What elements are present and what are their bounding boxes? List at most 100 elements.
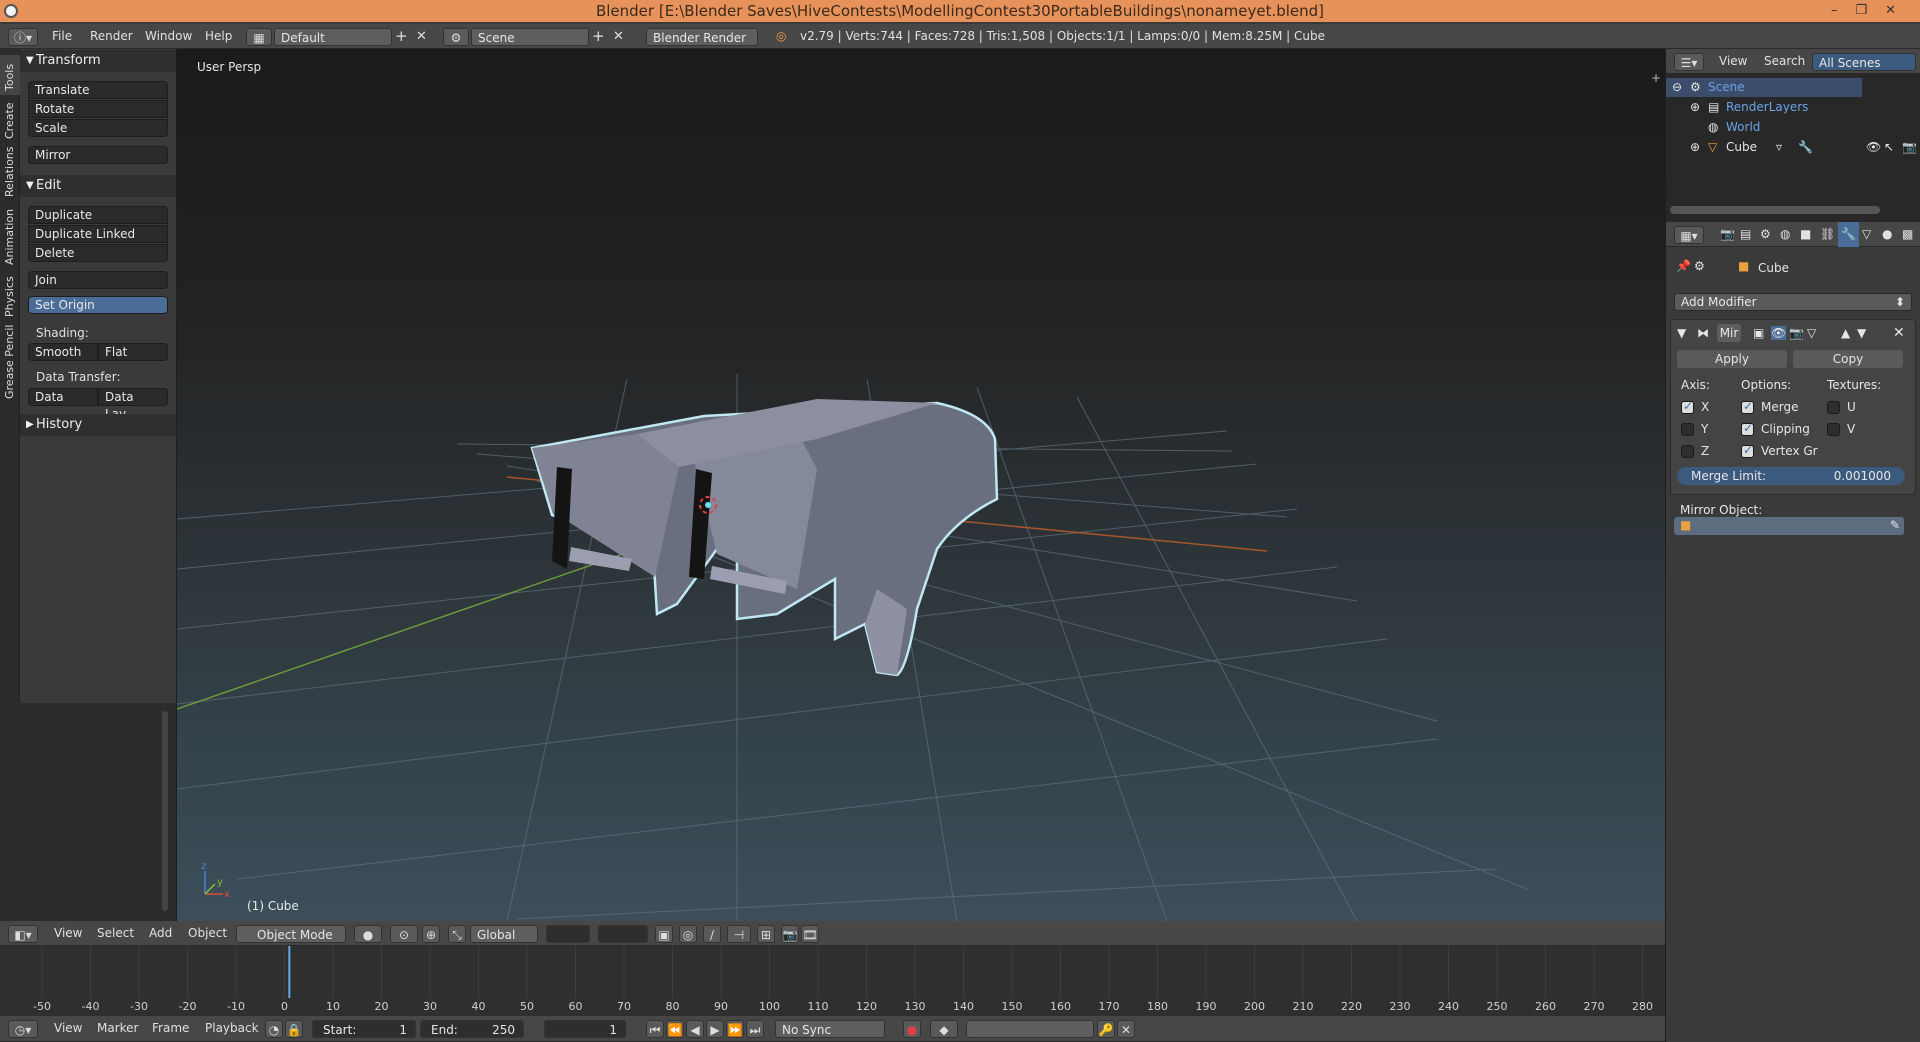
move-up-icon[interactable]: ▲ (1841, 326, 1850, 340)
menu-object[interactable]: Object (188, 921, 227, 946)
cube-object[interactable] (530, 399, 999, 677)
renderlayers-tab-icon[interactable]: ▤ (1740, 222, 1751, 247)
translate-button[interactable]: Translate (28, 81, 168, 99)
minimize-button[interactable]: – (1831, 3, 1856, 18)
add-scene-icon[interactable]: + (592, 24, 605, 49)
set-origin-dropdown[interactable]: Set Origin (28, 296, 168, 314)
record-icon[interactable]: ● (903, 1020, 921, 1038)
expand-icon[interactable]: ⊕ (1690, 98, 1700, 117)
modifier-collapse-icon[interactable]: ▼ (1677, 326, 1686, 340)
timeline-area[interactable]: -50 -40 -30 -20 -10 0 10 20 30 40 50 60 70 80 90 100 110… (0, 946, 1665, 1016)
world-tab-icon[interactable]: ◍ (1780, 222, 1790, 247)
sync-mode-dropdown[interactable]: No Sync (775, 1020, 885, 1038)
timeline-menu-marker[interactable]: Marker (97, 1016, 138, 1041)
scene-tab-icon[interactable]: ⚙ (1760, 222, 1771, 247)
selectability-cursor-icon[interactable]: ↖ (1884, 138, 1894, 157)
preview-range-icon[interactable]: ◔ (265, 1020, 283, 1038)
merge-limit-slider[interactable]: Merge Limit: 0.001000 (1677, 467, 1905, 485)
mirror-object-field[interactable]: ■ ✎ (1674, 517, 1904, 535)
tab-grease-pencil[interactable]: Grease Pencil (0, 323, 20, 403)
start-frame-field[interactable]: Start: 1 (312, 1020, 416, 1038)
axis-z-checkbox[interactable] (1681, 445, 1694, 458)
render-engine-dropdown[interactable]: Blender Render (646, 28, 758, 46)
maximize-button[interactable]: ❐ (1855, 3, 1885, 18)
jump-start-icon[interactable]: ⏮ (646, 1020, 664, 1038)
flat-button[interactable]: Flat (98, 343, 168, 361)
merge-checkbox[interactable] (1741, 399, 1754, 414)
duplicate-linked-button[interactable]: Duplicate Linked (28, 225, 168, 243)
mirror-button[interactable]: Mirror (28, 146, 168, 164)
tab-create[interactable]: Create (0, 97, 20, 143)
menu-help[interactable]: Help (205, 24, 232, 49)
snap-target-icon[interactable]: ⊞ (757, 925, 775, 943)
duplicate-button[interactable]: Duplicate (28, 206, 168, 224)
manipulator-icon[interactable]: ⊕ (422, 925, 440, 943)
pivot-point-icon[interactable]: ⊙ (390, 925, 418, 943)
render-display-icon[interactable]: 📷 (1789, 326, 1804, 340)
transform-icon[interactable]: ⤡ (448, 925, 466, 943)
editor-type-timeline-icon[interactable]: ◷▾ (8, 1020, 38, 1038)
expand-icon[interactable]: ⊕ (1690, 138, 1700, 157)
outliner-row-renderlayers[interactable]: ⊕ ▤ RenderLayers (1666, 98, 1920, 117)
modifier-name-field[interactable]: Mir (1717, 324, 1741, 342)
snap-element-icon[interactable]: ⊣ (727, 925, 751, 943)
timeline-menu-view[interactable]: View (54, 1016, 82, 1041)
cage-display-icon[interactable]: ▽ (1807, 326, 1816, 340)
proportional-edit-icon[interactable]: ◎ (679, 925, 697, 943)
snap-icon[interactable]: ∕ (703, 925, 721, 943)
current-frame-field[interactable]: 1 (544, 1020, 626, 1038)
timeline-menu-frame[interactable]: Frame (152, 1016, 189, 1041)
layers-group-2[interactable] (598, 925, 648, 943)
jump-keyframe-forward-icon[interactable]: ⏩ (726, 1020, 744, 1038)
data-tab-icon[interactable]: ▽ (1862, 222, 1871, 247)
viewport-expand-icon[interactable]: + (1651, 71, 1661, 85)
outliner-row-cube[interactable]: ⊕ ▽ Cube ▿ 🔧 👁 ↖ 📷 (1666, 138, 1920, 157)
rotate-button[interactable]: Rotate (28, 100, 168, 118)
texture-tab-icon[interactable]: ▩ (1902, 222, 1913, 247)
lock-layers-icon[interactable]: ▣ (655, 925, 673, 943)
timeline-menu-playback[interactable]: Playback (205, 1016, 259, 1041)
outliner-row-scene[interactable]: ⊖ ⚙ Scene (1666, 78, 1862, 97)
editor-type-info-icon[interactable]: ⓘ▾ (8, 28, 38, 46)
add-layout-icon[interactable]: + (395, 24, 408, 49)
editor-type-3dview-icon[interactable]: ◧▾ (8, 925, 38, 943)
insert-keyframe-icon[interactable]: 🔑 (1097, 1020, 1115, 1038)
eyedropper-icon[interactable]: ✎ (1890, 518, 1900, 532)
object-tab-icon[interactable]: ■ (1800, 222, 1811, 247)
vertex-groups-checkbox[interactable] (1741, 443, 1754, 458)
opengl-render-icon[interactable]: 📷 (781, 925, 799, 943)
play-icon[interactable]: ▶ (706, 1020, 724, 1038)
clipping-checkbox[interactable] (1741, 421, 1754, 436)
end-frame-field[interactable]: End: 250 (420, 1020, 524, 1038)
texture-v-checkbox[interactable] (1827, 423, 1840, 436)
editmode-display-icon[interactable]: ▣ (1753, 326, 1764, 340)
jump-end-icon[interactable]: ⏭ (746, 1020, 764, 1038)
panel-history-header[interactable]: ▶ History (20, 414, 176, 436)
tab-relations[interactable]: Relations (0, 145, 20, 201)
material-tab-icon[interactable]: ● (1882, 222, 1892, 247)
pin-icon[interactable]: 📌 (1676, 259, 1691, 273)
editor-type-properties-icon[interactable]: ▦▾ (1674, 226, 1704, 244)
remove-modifier-icon[interactable]: ✕ (1893, 325, 1905, 341)
join-button[interactable]: Join (28, 271, 168, 289)
delete-keyframe-icon[interactable]: ✕ (1117, 1020, 1135, 1038)
outliner-menu-view[interactable]: View (1719, 49, 1747, 74)
close-button[interactable]: ✕ (1885, 3, 1914, 18)
copy-button[interactable]: Copy (1793, 350, 1903, 368)
menu-window[interactable]: Window (145, 24, 192, 49)
move-down-icon[interactable]: ▼ (1857, 326, 1866, 340)
shelf-scrollbar[interactable] (162, 711, 168, 911)
menu-add[interactable]: Add (149, 921, 172, 946)
keying-set-field[interactable] (966, 1020, 1094, 1038)
outliner-menu-search[interactable]: Search (1764, 49, 1805, 74)
data-button[interactable]: Data (28, 388, 98, 406)
visibility-eye-icon[interactable]: 👁 (1866, 138, 1881, 157)
remove-layout-icon[interactable]: ✕ (416, 24, 427, 49)
menu-view[interactable]: View (54, 921, 82, 946)
realtime-display-icon[interactable]: 👁 (1771, 326, 1787, 340)
scene-icon[interactable]: ⚙ (443, 28, 469, 46)
constraints-tab-icon[interactable]: ⛓ (1820, 222, 1835, 247)
mode-dropdown[interactable]: Object Mode (236, 925, 346, 943)
keying-icon[interactable]: ◆ (930, 1020, 958, 1038)
add-modifier-dropdown[interactable]: Add Modifier ⬍ (1674, 293, 1912, 311)
